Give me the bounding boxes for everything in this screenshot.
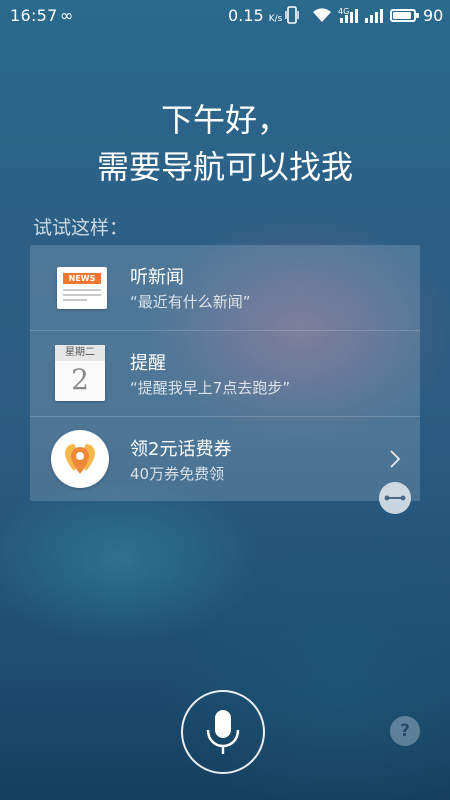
suggestion-coupon[interactable]: 领2元话费券 40万券免费领 — [30, 417, 420, 501]
calendar-icon-weekday: 星期二 — [55, 345, 105, 361]
signal-icon — [365, 9, 383, 23]
suggestion-subtitle: “提醒我早上7点去跑步” — [130, 379, 291, 397]
microphone-icon — [206, 710, 240, 754]
loop-icon: ∞ — [60, 6, 74, 25]
news-icon: NEWS — [57, 267, 107, 309]
calendar-icon: 星期二 2 — [55, 345, 105, 401]
network-speed-value: 0.15 — [228, 6, 264, 25]
status-time: 16:57 — [10, 6, 58, 25]
suggestion-card: NEWS 听新闻 “最近有什么新闻” 星期二 2 提醒 “提醒我早上7点去跑步”… — [30, 245, 420, 501]
network-type: 4G — [338, 7, 349, 16]
greeting-line-2: 需要导航可以找我 — [96, 148, 353, 186]
suggestion-reminder[interactable]: 星期二 2 提醒 “提醒我早上7点去跑步” — [30, 331, 420, 416]
suggestion-subtitle: “最近有什么新闻” — [130, 293, 251, 311]
status-bar: 16:57 ∞ 0.15 K/s 4G 90 — [0, 0, 450, 32]
help-button[interactable]: ? — [390, 716, 420, 746]
battery-icon — [390, 9, 419, 22]
collapse-button[interactable] — [379, 482, 411, 514]
network-speed-unit: K/s — [268, 14, 283, 24]
try-label: 试试这样： — [33, 217, 129, 239]
suggestion-subtitle: 40万券免费领 — [130, 465, 225, 483]
greeting-line-1: 下午好， — [160, 101, 289, 139]
location-pin-icon — [51, 430, 109, 488]
signal-4g-icon: 4G — [338, 7, 358, 23]
calendar-icon-day: 2 — [71, 363, 89, 396]
collapse-icon — [384, 495, 406, 501]
network-speed: 0.15 K/s — [228, 6, 282, 25]
microphone-button[interactable] — [181, 690, 265, 774]
suggestion-title: 领2元话费券 — [130, 439, 232, 460]
suggestion-title: 听新闻 — [130, 267, 184, 288]
chevron-right-icon — [390, 450, 401, 468]
news-icon-label: NEWS — [63, 273, 101, 284]
suggestion-title: 提醒 — [130, 353, 166, 374]
wifi-icon — [313, 8, 331, 22]
vibrate-icon — [285, 6, 299, 24]
battery-level: 90 — [423, 6, 444, 25]
suggestion-news[interactable]: NEWS 听新闻 “最近有什么新闻” — [30, 245, 420, 330]
